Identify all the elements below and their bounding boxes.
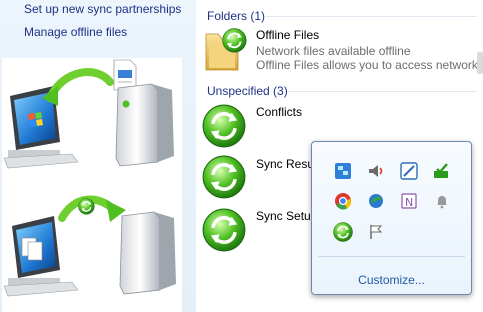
group-header-folders[interactable]: Folders (1) (207, 9, 265, 23)
customize-link[interactable]: Customize... (312, 273, 471, 287)
popup-divider (318, 256, 465, 257)
item-title: Conflicts (256, 105, 303, 119)
notification-bell-icon[interactable] (432, 191, 452, 211)
item-title: Sync Setup (256, 209, 318, 223)
item-title: Offline Files (256, 28, 320, 42)
task-pane: Set up new sync partnerships Manage offl… (0, 0, 196, 312)
item-title: Sync Resul (256, 157, 317, 171)
computer-icon (3, 216, 79, 297)
group-header-unspecified[interactable]: Unspecified (3) (207, 84, 288, 98)
sync-ball-icon (77, 197, 96, 216)
network-icon[interactable] (333, 161, 353, 181)
onenote-icon[interactable]: N (399, 191, 419, 211)
sync-ball-icon (202, 155, 246, 199)
chrome-icon[interactable] (333, 191, 353, 211)
safely-remove-hardware-icon[interactable] (432, 161, 452, 181)
server-icon (115, 83, 174, 167)
action-center-flag-icon[interactable] (366, 222, 386, 242)
sync-illustration (2, 58, 182, 312)
snipping-tool-icon[interactable] (399, 161, 419, 181)
volume-icon[interactable] (366, 161, 386, 181)
computer-icon (3, 86, 79, 169)
document-icon (113, 59, 137, 91)
setup-sync-partnerships-link[interactable]: Set up new sync partnerships (24, 2, 181, 16)
svg-text:N: N (405, 196, 413, 209)
group-divider (266, 16, 477, 17)
sync-center-icon[interactable] (333, 222, 353, 242)
offline-files-icon (205, 27, 248, 71)
sync-ball-icon (202, 104, 246, 148)
notification-overflow-popup: N Customize... (311, 141, 472, 295)
sync-ball-icon (202, 208, 246, 252)
sync-illustration-graphic (3, 59, 176, 297)
item-subtitle: Network files available offline (256, 44, 411, 58)
item-subtitle: Offline Files allows you to access netwo… (256, 58, 483, 72)
sync-center-window: Set up new sync partnerships Manage offl… (0, 0, 483, 312)
server-icon (119, 211, 176, 295)
network-globe-icon[interactable] (366, 191, 386, 211)
manage-offline-files-link[interactable]: Manage offline files (24, 25, 127, 39)
group-divider (288, 91, 477, 92)
scrollbar-thumb[interactable] (477, 52, 483, 74)
